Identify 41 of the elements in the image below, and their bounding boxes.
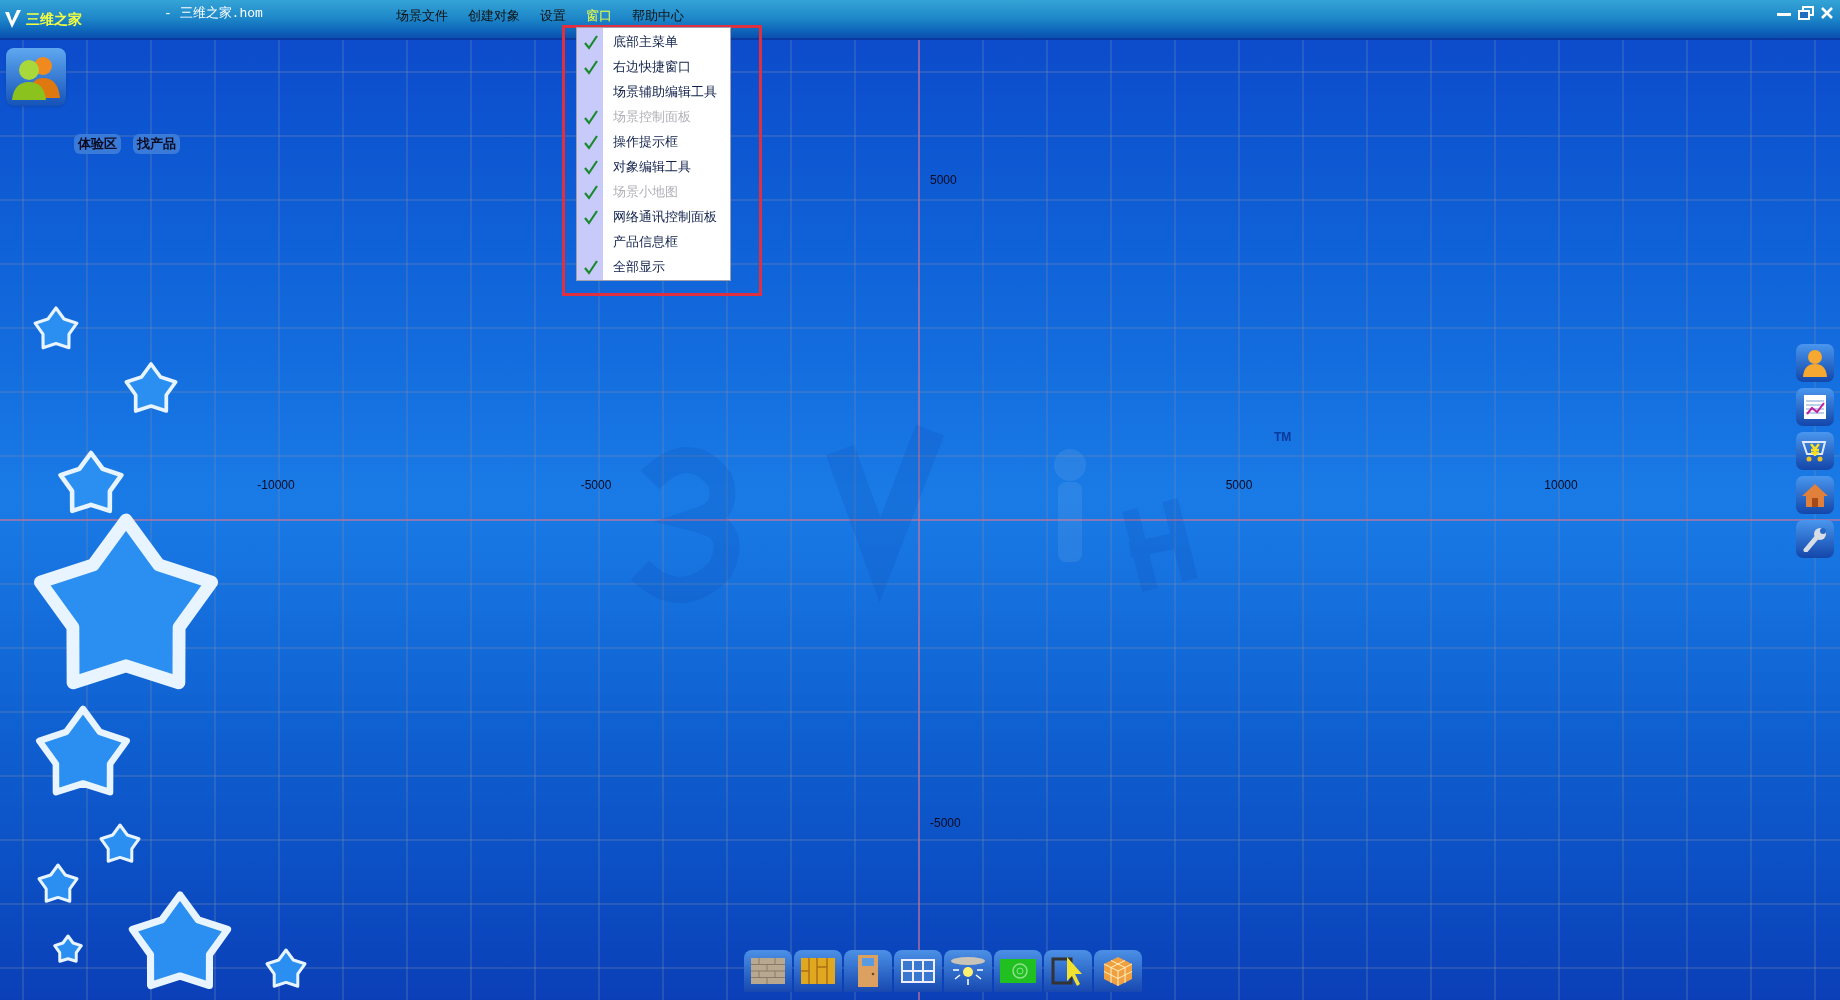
door-icon[interactable] xyxy=(844,950,892,992)
menu-item[interactable]: 窗口 xyxy=(576,6,621,26)
axis-label: -5000 xyxy=(580,477,612,494)
home-icon[interactable] xyxy=(1796,476,1834,514)
menu-option[interactable]: 右边快捷窗口 xyxy=(577,54,730,79)
menu-option[interactable]: 底部主菜单 xyxy=(577,29,730,54)
restore-icon[interactable] xyxy=(1798,6,1814,20)
menu-option[interactable]: 对象编辑工具 xyxy=(577,154,730,179)
users-icon[interactable] xyxy=(6,48,66,106)
menu-option[interactable]: 网络通讯控制面板 xyxy=(577,204,730,229)
person-icon[interactable] xyxy=(1796,344,1834,382)
cursor-select-icon[interactable] xyxy=(1044,950,1092,992)
camera-icon[interactable] xyxy=(994,950,1042,992)
bookshelf-icon[interactable] xyxy=(794,950,842,992)
axis-label: 5000 xyxy=(1225,477,1253,494)
app-logo-icon xyxy=(4,8,22,30)
axis-label: 10000 xyxy=(1544,477,1578,494)
app-name: 三维之家 xyxy=(26,9,82,29)
menu-option[interactable]: 产品信息框 xyxy=(577,229,730,254)
wall-icon[interactable] xyxy=(744,950,792,992)
menu-option[interactable]: 操作提示框 xyxy=(577,129,730,154)
wrench-icon[interactable] xyxy=(1796,520,1834,558)
window-icon[interactable] xyxy=(894,950,942,992)
report-icon[interactable] xyxy=(1796,388,1834,426)
menu-option[interactable]: 场景辅助编辑工具 xyxy=(577,79,730,104)
menu-item[interactable]: 设置 xyxy=(530,6,575,26)
menu-item[interactable]: 帮助中心 xyxy=(622,6,693,26)
trademark-mark: TM xyxy=(1274,429,1292,446)
menu-item[interactable]: 创建对象 xyxy=(458,6,529,26)
cart-icon[interactable] xyxy=(1796,432,1834,470)
menu-option[interactable]: 全部显示 xyxy=(577,254,730,279)
close-icon[interactable] xyxy=(1820,6,1834,20)
menu-item[interactable]: 场景文件 xyxy=(386,6,457,26)
axis-label: -5000 xyxy=(930,815,961,832)
axis-label: -10000 xyxy=(257,477,295,494)
document-title: - 三维之家.hom xyxy=(164,5,263,23)
nav-button[interactable]: 体验区 xyxy=(74,134,121,154)
axis-label: 5000 xyxy=(930,172,957,189)
ceiling-lamp-icon[interactable] xyxy=(944,950,992,992)
nav-button[interactable]: 找产品 xyxy=(133,134,180,154)
cube-icon[interactable] xyxy=(1094,950,1142,992)
